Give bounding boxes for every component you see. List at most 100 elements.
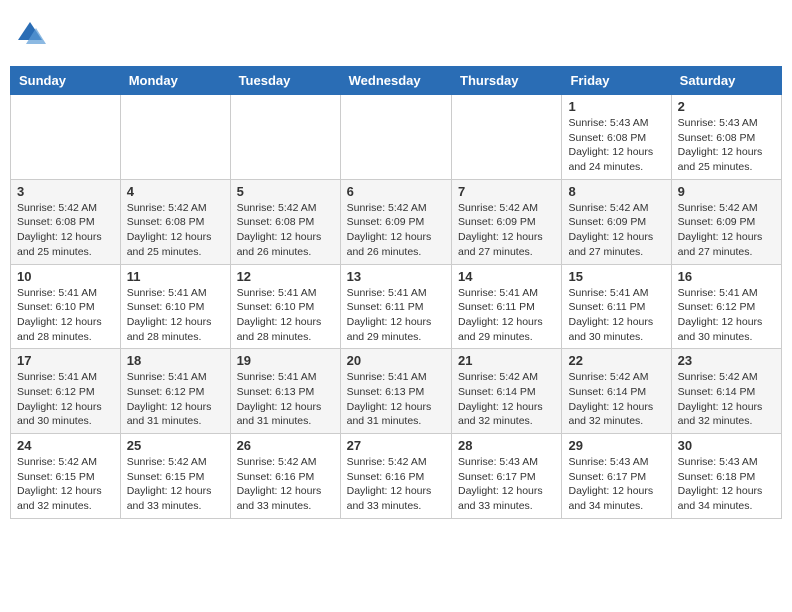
calendar-cell: 3 Sunrise: 5:42 AM Sunset: 6:08 PM Daylig… (11, 179, 121, 264)
day-info: Sunrise: 5:43 AM Sunset: 6:08 PM Dayligh… (568, 116, 664, 175)
day-number: 11 (127, 269, 224, 284)
day-info: Sunrise: 5:41 AM Sunset: 6:12 PM Dayligh… (678, 286, 775, 345)
weekday-header-monday: Monday (120, 67, 230, 95)
calendar-cell: 2 Sunrise: 5:43 AM Sunset: 6:08 PM Daylig… (671, 95, 781, 180)
day-number: 17 (17, 353, 114, 368)
day-info: Sunrise: 5:41 AM Sunset: 6:12 PM Dayligh… (17, 370, 114, 429)
day-number: 26 (237, 438, 334, 453)
day-number: 16 (678, 269, 775, 284)
day-number: 10 (17, 269, 114, 284)
weekday-header-thursday: Thursday (452, 67, 562, 95)
week-row-5: 24 Sunrise: 5:42 AM Sunset: 6:15 PM Dayli… (11, 434, 782, 519)
day-info: Sunrise: 5:42 AM Sunset: 6:14 PM Dayligh… (678, 370, 775, 429)
calendar-cell: 10 Sunrise: 5:41 AM Sunset: 6:10 PM Dayli… (11, 264, 121, 349)
calendar-cell: 17 Sunrise: 5:41 AM Sunset: 6:12 PM Dayli… (11, 349, 121, 434)
day-number: 24 (17, 438, 114, 453)
day-info: Sunrise: 5:42 AM Sunset: 6:08 PM Dayligh… (17, 201, 114, 260)
calendar-cell: 26 Sunrise: 5:42 AM Sunset: 6:16 PM Dayli… (230, 434, 340, 519)
calendar-cell: 8 Sunrise: 5:42 AM Sunset: 6:09 PM Daylig… (562, 179, 671, 264)
calendar-cell: 5 Sunrise: 5:42 AM Sunset: 6:08 PM Daylig… (230, 179, 340, 264)
calendar-cell: 30 Sunrise: 5:43 AM Sunset: 6:18 PM Dayli… (671, 434, 781, 519)
day-info: Sunrise: 5:41 AM Sunset: 6:12 PM Dayligh… (127, 370, 224, 429)
day-number: 30 (678, 438, 775, 453)
calendar-cell: 13 Sunrise: 5:41 AM Sunset: 6:11 PM Dayli… (340, 264, 451, 349)
calendar-cell: 12 Sunrise: 5:41 AM Sunset: 6:10 PM Dayli… (230, 264, 340, 349)
weekday-header-tuesday: Tuesday (230, 67, 340, 95)
calendar-cell: 11 Sunrise: 5:41 AM Sunset: 6:10 PM Dayli… (120, 264, 230, 349)
day-info: Sunrise: 5:41 AM Sunset: 6:10 PM Dayligh… (127, 286, 224, 345)
calendar-cell (340, 95, 451, 180)
day-number: 14 (458, 269, 555, 284)
day-number: 19 (237, 353, 334, 368)
calendar-cell: 25Sunrise: 5:42 AM Sunset: 6:15 PM Dayli… (120, 434, 230, 519)
day-info: Sunrise: 5:42 AM Sunset: 6:15 PM Dayligh… (127, 455, 224, 514)
day-number: 9 (678, 184, 775, 199)
calendar-cell: 19Sunrise: 5:41 AM Sunset: 6:13 PM Dayli… (230, 349, 340, 434)
day-info: Sunrise: 5:41 AM Sunset: 6:10 PM Dayligh… (237, 286, 334, 345)
day-info: Sunrise: 5:42 AM Sunset: 6:09 PM Dayligh… (568, 201, 664, 260)
day-number: 6 (347, 184, 445, 199)
logo (14, 18, 50, 50)
day-number: 3 (17, 184, 114, 199)
calendar-cell: 20 Sunrise: 5:41 AM Sunset: 6:13 PM Dayli… (340, 349, 451, 434)
calendar-cell: 14 Sunrise: 5:41 AM Sunset: 6:11 PM Dayli… (452, 264, 562, 349)
calendar: SundayMondayTuesdayWednesdayThursdayFrid… (10, 66, 782, 519)
calendar-cell (120, 95, 230, 180)
day-info: Sunrise: 5:41 AM Sunset: 6:11 PM Dayligh… (458, 286, 555, 345)
calendar-cell: 16 Sunrise: 5:41 AM Sunset: 6:12 PM Dayli… (671, 264, 781, 349)
day-number: 15 (568, 269, 664, 284)
calendar-cell (230, 95, 340, 180)
calendar-cell (452, 95, 562, 180)
day-info: Sunrise: 5:42 AM Sunset: 6:08 PM Dayligh… (127, 201, 224, 260)
day-number: 29 (568, 438, 664, 453)
day-info: Sunrise: 5:41 AM Sunset: 6:13 PM Dayligh… (347, 370, 445, 429)
day-number: 12 (237, 269, 334, 284)
calendar-cell: 29 Sunrise: 5:43 AM Sunset: 6:17 PM Dayli… (562, 434, 671, 519)
day-number: 7 (458, 184, 555, 199)
day-info: Sunrise: 5:42 AM Sunset: 6:09 PM Dayligh… (678, 201, 775, 260)
calendar-cell: 28 Sunrise: 5:43 AM Sunset: 6:17 PM Dayli… (452, 434, 562, 519)
day-number: 18 (127, 353, 224, 368)
day-number: 20 (347, 353, 445, 368)
calendar-cell: 6 Sunrise: 5:42 AM Sunset: 6:09 PM Daylig… (340, 179, 451, 264)
week-row-1: 1 Sunrise: 5:43 AM Sunset: 6:08 PM Daylig… (11, 95, 782, 180)
day-info: Sunrise: 5:43 AM Sunset: 6:17 PM Dayligh… (458, 455, 555, 514)
day-info: Sunrise: 5:42 AM Sunset: 6:14 PM Dayligh… (458, 370, 555, 429)
calendar-cell: 21 Sunrise: 5:42 AM Sunset: 6:14 PM Dayli… (452, 349, 562, 434)
day-number: 8 (568, 184, 664, 199)
day-info: Sunrise: 5:42 AM Sunset: 6:16 PM Dayligh… (237, 455, 334, 514)
day-info: Sunrise: 5:42 AM Sunset: 6:09 PM Dayligh… (347, 201, 445, 260)
week-row-4: 17 Sunrise: 5:41 AM Sunset: 6:12 PM Dayli… (11, 349, 782, 434)
day-number: 28 (458, 438, 555, 453)
day-number: 5 (237, 184, 334, 199)
calendar-cell: 27Sunrise: 5:42 AM Sunset: 6:16 PM Dayli… (340, 434, 451, 519)
day-info: Sunrise: 5:43 AM Sunset: 6:08 PM Dayligh… (678, 116, 775, 175)
day-info: Sunrise: 5:41 AM Sunset: 6:11 PM Dayligh… (568, 286, 664, 345)
logo-icon (14, 18, 46, 50)
day-info: Sunrise: 5:43 AM Sunset: 6:18 PM Dayligh… (678, 455, 775, 514)
calendar-cell: 23 Sunrise: 5:42 AM Sunset: 6:14 PM Dayli… (671, 349, 781, 434)
day-number: 13 (347, 269, 445, 284)
day-info: Sunrise: 5:42 AM Sunset: 6:15 PM Dayligh… (17, 455, 114, 514)
week-row-3: 10 Sunrise: 5:41 AM Sunset: 6:10 PM Dayli… (11, 264, 782, 349)
day-number: 1 (568, 99, 664, 114)
calendar-cell: 9 Sunrise: 5:42 AM Sunset: 6:09 PM Daylig… (671, 179, 781, 264)
day-info: Sunrise: 5:41 AM Sunset: 6:10 PM Dayligh… (17, 286, 114, 345)
weekday-header-row: SundayMondayTuesdayWednesdayThursdayFrid… (11, 67, 782, 95)
day-number: 23 (678, 353, 775, 368)
calendar-cell: 18 Sunrise: 5:41 AM Sunset: 6:12 PM Dayli… (120, 349, 230, 434)
page-header (10, 10, 782, 58)
calendar-cell: 4 Sunrise: 5:42 AM Sunset: 6:08 PM Daylig… (120, 179, 230, 264)
weekday-header-wednesday: Wednesday (340, 67, 451, 95)
day-info: Sunrise: 5:42 AM Sunset: 6:09 PM Dayligh… (458, 201, 555, 260)
calendar-cell: 15 Sunrise: 5:41 AM Sunset: 6:11 PM Dayli… (562, 264, 671, 349)
day-number: 2 (678, 99, 775, 114)
calendar-cell: 7 Sunrise: 5:42 AM Sunset: 6:09 PM Daylig… (452, 179, 562, 264)
calendar-cell: 22Sunrise: 5:42 AM Sunset: 6:14 PM Dayli… (562, 349, 671, 434)
day-info: Sunrise: 5:43 AM Sunset: 6:17 PM Dayligh… (568, 455, 664, 514)
weekday-header-saturday: Saturday (671, 67, 781, 95)
day-number: 4 (127, 184, 224, 199)
day-info: Sunrise: 5:41 AM Sunset: 6:11 PM Dayligh… (347, 286, 445, 345)
day-number: 21 (458, 353, 555, 368)
day-info: Sunrise: 5:42 AM Sunset: 6:08 PM Dayligh… (237, 201, 334, 260)
